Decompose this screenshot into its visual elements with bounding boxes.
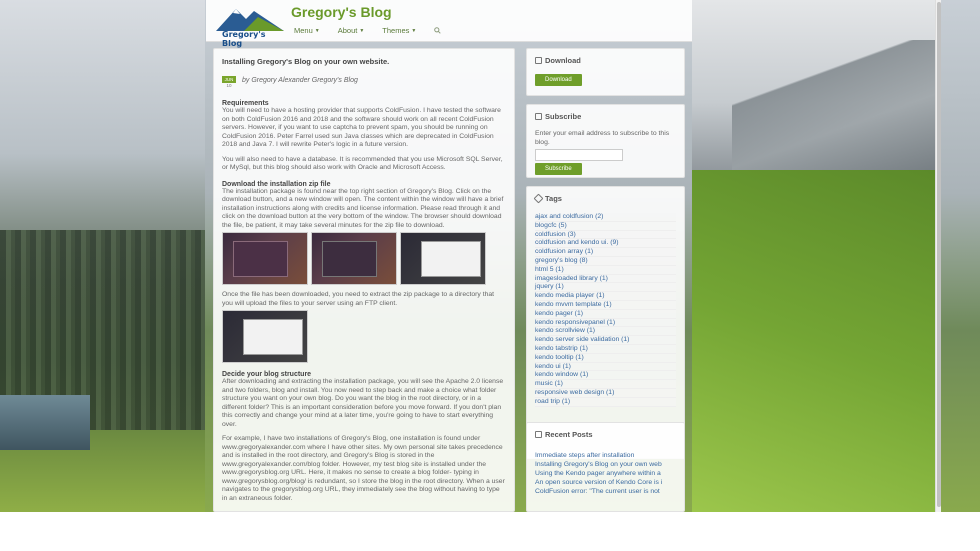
paragraph: Once the file has been downloaded, you n… bbox=[222, 291, 495, 307]
post-content-panel: Installing Gregory's Blog on your own we… bbox=[213, 48, 515, 512]
tag-link[interactable]: music (1) bbox=[535, 380, 676, 389]
tag-link[interactable]: kendo media player (1) bbox=[535, 292, 676, 301]
email-field[interactable] bbox=[535, 149, 623, 161]
tag-link[interactable]: kendo scrollview (1) bbox=[535, 327, 676, 337]
recent-posts-title: Recent Posts bbox=[545, 430, 593, 439]
lake-graphic bbox=[0, 395, 90, 450]
tag-icon bbox=[533, 193, 544, 204]
recent-post-link[interactable]: ColdFusion error: "The current user is n… bbox=[535, 487, 676, 496]
screenshot-gallery bbox=[222, 232, 506, 285]
download-widget: Download Download bbox=[526, 48, 685, 96]
paragraph: You will also need to have a database. I… bbox=[222, 155, 503, 172]
section-heading: Download the installation zip file bbox=[222, 180, 331, 188]
tag-link[interactable]: gregory's blog (8) bbox=[535, 256, 676, 266]
nav-about[interactable]: About ▼ bbox=[338, 26, 365, 35]
tag-link[interactable]: coldfusion (3) bbox=[535, 230, 676, 240]
tag-link[interactable]: ajax and coldfusion (2) bbox=[535, 213, 676, 222]
tag-link[interactable]: coldfusion array (1) bbox=[535, 248, 676, 257]
site-title[interactable]: Gregory's Blog bbox=[291, 4, 392, 20]
tag-link[interactable]: html 5 (1) bbox=[535, 265, 676, 275]
screenshot-gallery bbox=[222, 310, 506, 363]
widget-title: Download bbox=[535, 56, 676, 65]
caret-down-icon: ▼ bbox=[411, 27, 417, 34]
tag-link[interactable]: kendo tabstrip (1) bbox=[535, 344, 676, 354]
date-day: 10 bbox=[226, 83, 232, 88]
caret-down-icon: ▼ bbox=[314, 27, 320, 34]
site-logo[interactable]: Gregory's Blog bbox=[214, 3, 286, 48]
date-badge: JUN 10 bbox=[222, 76, 236, 88]
list-icon bbox=[535, 431, 542, 438]
subscribe-text: Enter your email address to subscribe to… bbox=[535, 130, 670, 146]
background-photo-left bbox=[0, 0, 205, 512]
envelope-icon bbox=[535, 113, 542, 120]
mountain-graphic bbox=[732, 40, 935, 180]
nav-themes[interactable]: Themes ▼ bbox=[382, 26, 416, 35]
nav-themes-label: Themes bbox=[382, 26, 410, 35]
paragraph: For example, I have two installations of… bbox=[222, 435, 505, 502]
tag-link[interactable]: responsive web design (1) bbox=[535, 388, 676, 398]
tag-link[interactable]: kendo mvvm template (1) bbox=[535, 300, 676, 310]
date-month: JUN bbox=[222, 76, 236, 83]
tag-link[interactable]: road trip (1) bbox=[535, 397, 676, 407]
tag-link[interactable]: kendo responsivepanel (1) bbox=[535, 318, 676, 328]
screenshot-thumbnail[interactable] bbox=[400, 232, 486, 285]
page-scrollbar[interactable] bbox=[935, 0, 941, 512]
recent-post-link[interactable]: Immediate steps after installation bbox=[535, 451, 676, 460]
blank-area bbox=[0, 512, 980, 551]
tag-link[interactable]: kendo ui (1) bbox=[535, 362, 676, 372]
post-meta: JUN 10 by Gregory Alexander Gregory's Bl… bbox=[222, 76, 506, 96]
widget-title: Recent Posts bbox=[535, 430, 676, 439]
section-heading: Decide your blog structure bbox=[222, 371, 312, 378]
screenshot-thumbnail[interactable] bbox=[222, 232, 308, 285]
tag-link[interactable]: jquery (1) bbox=[535, 283, 676, 293]
nav-about-label: About bbox=[337, 26, 358, 35]
widget-title: Subscribe bbox=[535, 112, 676, 121]
background-photo-right bbox=[692, 0, 935, 512]
paragraph: The installation package is found near t… bbox=[222, 187, 504, 229]
screenshot-thumbnail[interactable] bbox=[222, 310, 308, 363]
nav-menu-label: Menu bbox=[294, 26, 313, 35]
subscribe-widget: Subscribe Enter your email address to su… bbox=[526, 104, 685, 178]
subscribe-title: Subscribe bbox=[545, 112, 582, 121]
section-heading: Requirements bbox=[222, 100, 269, 107]
paragraph: After downloading and extracting the ins… bbox=[222, 378, 504, 428]
subscribe-button[interactable]: Subscribe bbox=[535, 163, 582, 175]
nav-menu[interactable]: Menu ▼ bbox=[294, 26, 320, 35]
download-title: Download bbox=[545, 56, 581, 65]
download-button[interactable]: Download bbox=[535, 74, 582, 86]
screenshot-thumbnail[interactable] bbox=[311, 232, 397, 285]
tags-widget: Tags ajax and coldfusion (2) blogcfc (5) c… bbox=[526, 186, 685, 459]
tag-link[interactable]: kendo window (1) bbox=[535, 371, 676, 381]
logo-text: Gregory's Blog bbox=[222, 30, 266, 48]
recent-post-link[interactable]: Installing Gregory's Blog on your own we… bbox=[535, 460, 676, 469]
tags-title: Tags bbox=[545, 194, 562, 203]
post-title[interactable]: Installing Gregory's Blog on your own we… bbox=[222, 57, 506, 66]
site-header: Gregory's Blog Gregory's Blog Menu ▼ Abou… bbox=[206, 0, 692, 48]
recent-posts-widget: Recent Posts Immediate steps after insta… bbox=[526, 422, 685, 512]
tag-link[interactable]: kendo pager (1) bbox=[535, 309, 676, 319]
recent-post-link[interactable]: An open source version of Kendo Core is … bbox=[535, 478, 676, 487]
caret-down-icon: ▼ bbox=[359, 27, 365, 34]
tag-link[interactable]: imagesloaded library (1) bbox=[535, 274, 676, 284]
tag-link[interactable]: kendo tooltip (1) bbox=[535, 353, 676, 363]
post-author: by Gregory Alexander Gregory's Blog bbox=[242, 77, 358, 84]
paragraph: You will need to have a hosting provider… bbox=[222, 107, 501, 148]
main-nav: Menu ▼ About ▼ Themes ▼ bbox=[294, 26, 441, 35]
tag-link[interactable]: kendo server side validation (1) bbox=[535, 336, 676, 345]
tag-link[interactable]: coldfusion and kendo ui. (9) bbox=[535, 239, 676, 249]
recent-post-link[interactable]: Using the Kendo pager anywhere within a bbox=[535, 469, 676, 478]
widget-title: Tags bbox=[533, 193, 676, 204]
scrollbar-thumb[interactable] bbox=[937, 2, 941, 507]
recent-posts-list: Immediate steps after installation Instal… bbox=[535, 451, 676, 496]
tag-list: ajax and coldfusion (2) blogcfc (5) coldfu… bbox=[535, 213, 676, 407]
meadow-graphic bbox=[692, 170, 935, 512]
tag-link[interactable]: blogcfc (5) bbox=[535, 221, 676, 231]
mountain-logo-icon bbox=[216, 9, 284, 31]
file-icon bbox=[535, 57, 542, 64]
search-icon[interactable] bbox=[434, 26, 441, 35]
